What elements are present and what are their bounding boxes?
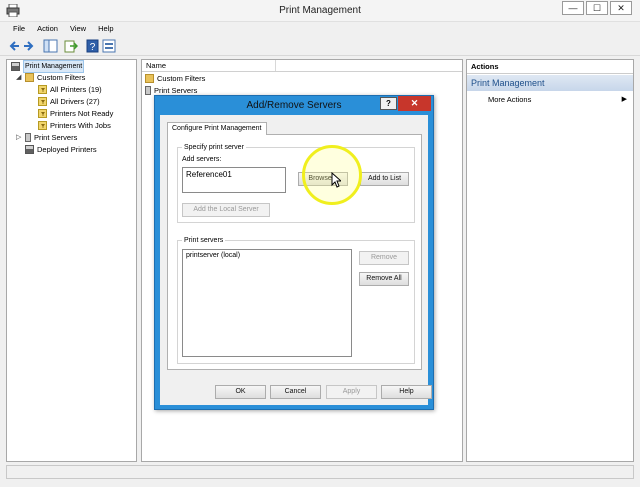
folder-icon xyxy=(145,74,154,83)
toolbar: ? xyxy=(0,36,640,56)
server-icon xyxy=(25,133,31,142)
remove-all-button[interactable]: Remove All xyxy=(359,272,409,286)
show-hide-console-tree-icon[interactable] xyxy=(43,39,58,53)
menu-view[interactable]: View xyxy=(70,22,86,35)
apply-button[interactable]: Apply xyxy=(326,385,377,399)
expand-icon[interactable]: ◢ xyxy=(16,72,22,83)
help-icon[interactable]: ? xyxy=(86,39,99,53)
tree-item-printers-with-jobs[interactable]: Printers With Jobs xyxy=(38,120,111,131)
column-separator[interactable] xyxy=(275,60,276,71)
expand-icon[interactable]: ▷ xyxy=(16,132,22,143)
submenu-arrow-icon: ▶ xyxy=(621,96,627,103)
tree-item-printers-not-ready[interactable]: Printers Not Ready xyxy=(38,108,113,119)
dialog-close-button[interactable]: ✕ xyxy=(398,96,431,111)
tree-item-all-printers[interactable]: All Printers (19) xyxy=(38,84,102,95)
folder-icon xyxy=(25,73,34,82)
help-button[interactable]: Help xyxy=(381,385,432,399)
window-title: Print Management xyxy=(279,5,361,16)
list-item[interactable]: Custom Filters xyxy=(145,73,205,84)
menu-action[interactable]: Action xyxy=(37,22,58,35)
print-servers-list[interactable]: printserver (local) xyxy=(182,249,352,357)
ok-button[interactable]: OK xyxy=(215,385,266,399)
more-actions-link[interactable]: More Actions xyxy=(488,95,531,104)
export-list-icon[interactable] xyxy=(64,39,78,53)
tree-item-custom-filters[interactable]: ◢ Custom Filters xyxy=(16,72,85,83)
menu-file[interactable]: File xyxy=(13,22,25,35)
remove-button[interactable]: Remove xyxy=(359,251,409,265)
server-icon xyxy=(145,86,151,95)
group-label: Specify print server xyxy=(182,143,246,152)
cancel-button[interactable]: Cancel xyxy=(270,385,321,399)
minimize-button[interactable]: — xyxy=(562,1,584,15)
maximize-button[interactable]: ☐ xyxy=(586,1,608,15)
add-servers-label: Add servers: xyxy=(182,156,222,163)
status-bar xyxy=(6,465,634,479)
add-to-list-button[interactable]: Add to List xyxy=(360,172,409,186)
add-servers-input[interactable]: Reference01 xyxy=(182,167,286,193)
specify-print-server-group: Specify print server Add servers: Refere… xyxy=(177,143,415,223)
svg-text:?: ? xyxy=(90,42,96,53)
tree-item-all-drivers[interactable]: All Drivers (27) xyxy=(38,96,100,107)
column-header-name[interactable]: Name xyxy=(146,61,166,70)
group-label: Print servers xyxy=(182,236,226,245)
actions-pane: Actions Print Management More Actions ▶ xyxy=(466,59,634,462)
close-button[interactable]: ✕ xyxy=(610,1,632,15)
title-bar: Print Management — ☐ ✕ xyxy=(0,0,640,22)
menu-help[interactable]: Help xyxy=(98,22,113,35)
actions-header: Actions xyxy=(467,60,633,74)
forward-icon[interactable] xyxy=(23,39,34,53)
filter-icon xyxy=(38,97,47,106)
list-header: Name xyxy=(142,60,462,72)
filter-icon xyxy=(38,109,47,118)
tree-item-print-management[interactable]: Print Management xyxy=(11,60,85,73)
filter-icon xyxy=(38,85,47,94)
tree-item-deployed-printers[interactable]: Deployed Printers xyxy=(25,144,97,155)
dialog-help-button[interactable]: ? xyxy=(380,97,397,110)
tab-panel: Specify print server Add servers: Refere… xyxy=(167,134,422,370)
mouse-cursor-icon xyxy=(331,172,341,188)
add-remove-servers-dialog: Add/Remove Servers ? ✕ Configure Print M… xyxy=(154,95,434,410)
actions-section-print-management[interactable]: Print Management xyxy=(467,75,633,91)
properties-icon[interactable] xyxy=(102,39,116,53)
list-item[interactable]: printserver (local) xyxy=(186,252,348,259)
back-icon[interactable] xyxy=(9,39,20,53)
filter-icon xyxy=(38,121,47,130)
print-servers-group: Print servers printserver (local) Remove… xyxy=(177,236,415,364)
tab-configure-print-management[interactable]: Configure Print Management xyxy=(167,122,267,135)
console-tree: Print Management ◢ Custom Filters All Pr… xyxy=(6,59,137,462)
dialog-body: Configure Print Management Specify print… xyxy=(160,115,432,405)
tree-item-print-servers[interactable]: ▷ Print Servers xyxy=(16,132,77,143)
print-management-icon xyxy=(11,62,20,71)
menu-bar: File Action View Help xyxy=(0,22,640,35)
add-local-server-button[interactable]: Add the Local Server xyxy=(182,203,270,217)
printer-icon xyxy=(25,145,34,154)
